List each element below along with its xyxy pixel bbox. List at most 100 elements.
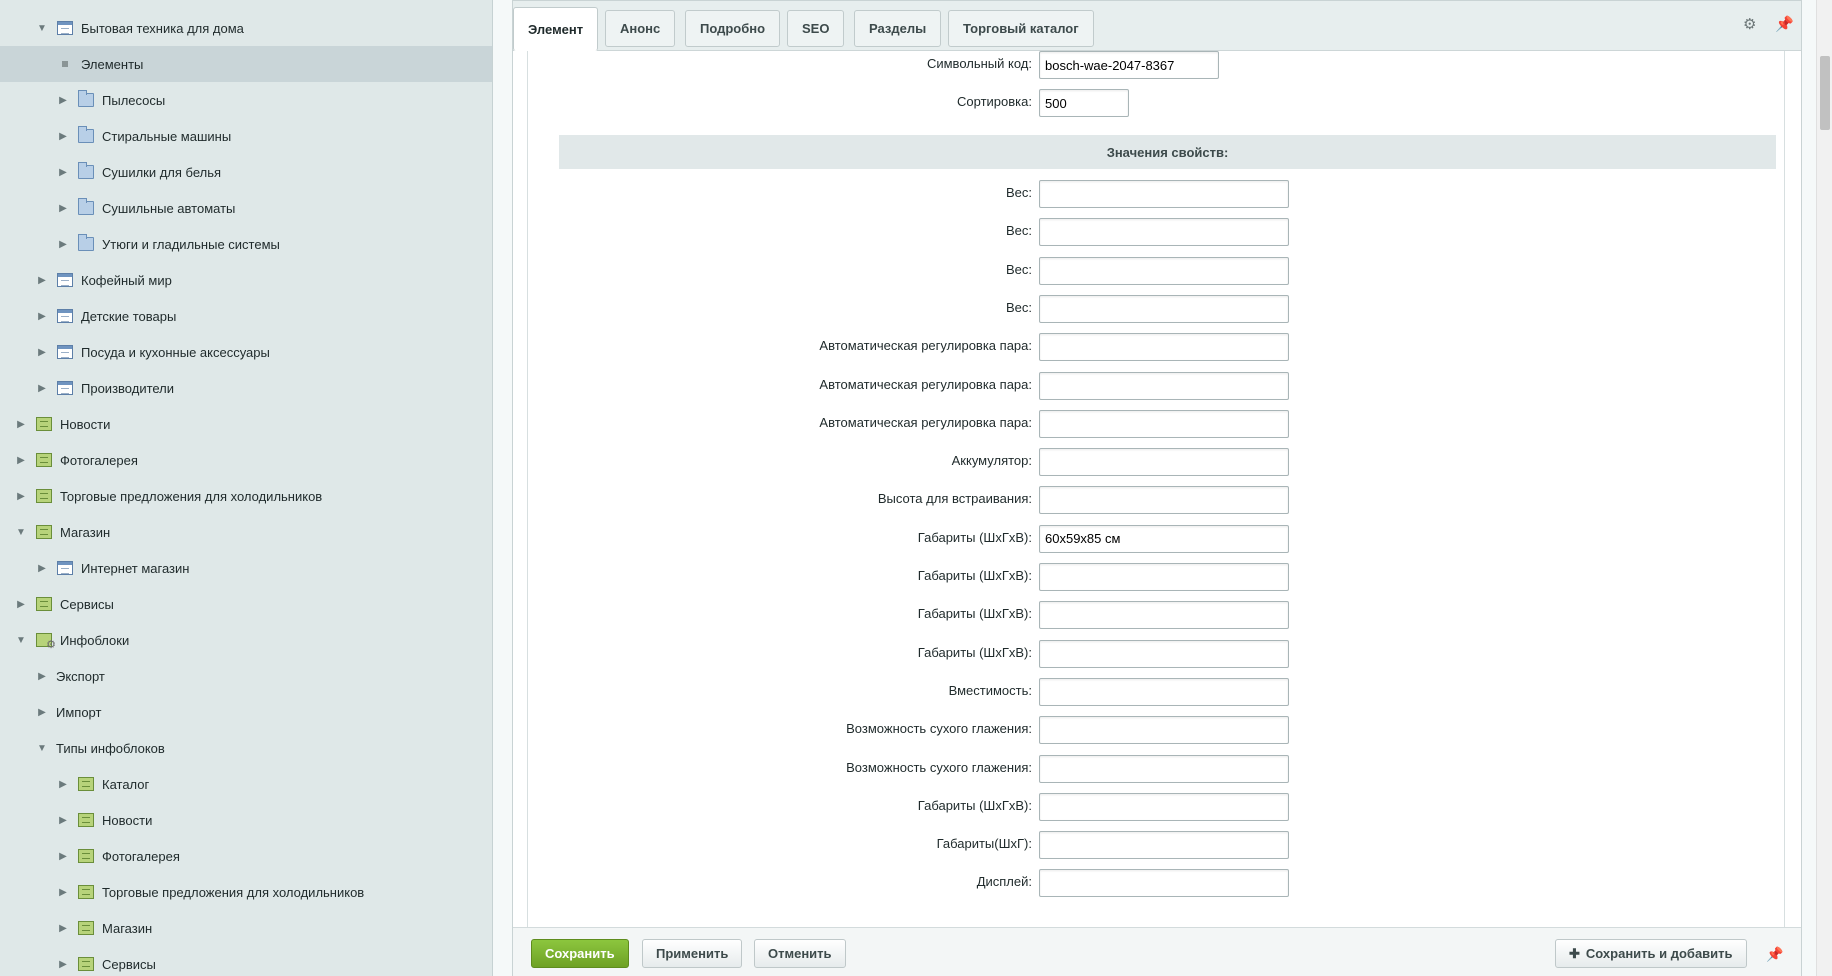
sidebar-item[interactable]: ▶ Торговые предложения для холодильников — [0, 478, 492, 514]
sidebar-item[interactable]: ▶ Экспорт — [0, 658, 492, 694]
sidebar-item[interactable]: ▶ Сервисы — [0, 586, 492, 622]
property-input[interactable] — [1039, 256, 1289, 285]
list-icon — [57, 381, 73, 395]
property-input[interactable] — [1039, 218, 1289, 247]
page-scrollbar[interactable] — [1816, 0, 1832, 976]
property-input[interactable] — [1039, 639, 1289, 668]
symbol-code-input[interactable] — [1039, 51, 1219, 79]
scrollbar-thumb[interactable] — [1820, 56, 1830, 130]
property-input[interactable] — [1039, 563, 1289, 591]
sidebar-item[interactable]: ▶ Пылесосы — [0, 82, 492, 118]
collapsed-arrow-icon[interactable]: ▶ — [15, 491, 27, 502]
module-icon — [78, 957, 94, 971]
collapsed-arrow-icon[interactable]: ▶ — [57, 923, 69, 934]
sidebar-item[interactable]: ▶ Новости — [0, 406, 492, 442]
property-input[interactable] — [1039, 869, 1289, 898]
sidebar-item[interactable]: ▶ Торговые предложения для холодильников — [0, 874, 492, 910]
sidebar-item[interactable]: ▶ Сервисы — [0, 946, 492, 976]
sidebar-item[interactable]: ▶ Каталог — [0, 766, 492, 802]
form-row: Вес: — [528, 256, 1784, 287]
collapsed-arrow-icon[interactable]: ▶ — [57, 851, 69, 862]
sidebar-item[interactable]: ▶ Фотогалерея — [0, 442, 492, 478]
gear-icon[interactable]: ⚙ — [1743, 15, 1756, 33]
collapsed-arrow-icon[interactable]: ▶ — [57, 887, 69, 898]
property-input[interactable] — [1039, 409, 1289, 438]
sidebar-item[interactable]: Элементы — [0, 46, 492, 82]
collapsed-arrow-icon[interactable]: ▶ — [36, 707, 48, 718]
sidebar-item[interactable]: ▶ Утюги и гладильные системы — [0, 226, 492, 262]
collapsed-arrow-icon[interactable]: ▶ — [36, 311, 48, 322]
expanded-arrow-icon[interactable]: ▼ — [36, 23, 48, 34]
collapsed-arrow-icon[interactable]: ▶ — [36, 383, 48, 394]
sidebar-item[interactable]: ▼ Магазин — [0, 514, 492, 550]
property-input[interactable] — [1039, 754, 1289, 783]
field-label: Автоматическая регулировка пара: — [819, 414, 1032, 430]
collapsed-arrow-icon[interactable]: ▶ — [57, 131, 69, 142]
sidebar-item[interactable]: ▶ Интернет магазин — [0, 550, 492, 586]
sidebar-item[interactable]: ▶ Сушильные автоматы — [0, 190, 492, 226]
cancel-button[interactable]: Отменить — [754, 939, 846, 968]
sidebar-item[interactable]: ▶ Посуда и кухонные аксессуары — [0, 334, 492, 370]
collapsed-arrow-icon[interactable]: ▶ — [36, 563, 48, 574]
collapsed-arrow-icon[interactable]: ▶ — [57, 239, 69, 250]
pin-icon[interactable]: 📌 — [1766, 946, 1783, 963]
collapsed-arrow-icon[interactable]: ▶ — [36, 671, 48, 682]
property-input[interactable] — [1039, 371, 1289, 400]
property-input[interactable] — [1039, 792, 1289, 821]
sidebar-item-label: Магазин — [60, 524, 111, 540]
module-icon — [78, 813, 94, 827]
sidebar-item[interactable]: ▶ Импорт — [0, 694, 492, 730]
collapsed-arrow-icon[interactable]: ▶ — [57, 167, 69, 178]
collapsed-arrow-icon[interactable]: ▶ — [57, 815, 69, 826]
sidebar-item[interactable]: ▶ Сушилки для белья — [0, 154, 492, 190]
field-label: Габариты(ШхГ): — [936, 836, 1032, 852]
expanded-arrow-icon[interactable]: ▼ — [15, 635, 27, 646]
tab-sections[interactable]: Разделы — [854, 10, 942, 47]
property-input[interactable] — [1039, 448, 1289, 477]
save-button[interactable]: Сохранить — [531, 939, 629, 968]
property-input[interactable] — [1039, 601, 1289, 630]
sidebar-item-label: Экспорт — [56, 668, 105, 684]
sidebar-item[interactable]: ▶ Магазин — [0, 910, 492, 946]
tab-seo[interactable]: SEO — [787, 10, 845, 47]
expanded-arrow-icon[interactable]: ▼ — [15, 527, 27, 538]
pin-icon[interactable]: 📌 — [1775, 15, 1794, 33]
property-input[interactable] — [1039, 486, 1289, 515]
property-input[interactable] — [1039, 180, 1289, 208]
collapsed-arrow-icon[interactable]: ▶ — [57, 959, 69, 970]
apply-button[interactable]: Применить — [642, 939, 743, 968]
sort-input[interactable] — [1039, 89, 1129, 117]
property-input[interactable] — [1039, 831, 1289, 860]
sidebar-item[interactable]: ▼ Типы инфоблоков — [0, 730, 492, 766]
expanded-arrow-icon[interactable]: ▼ — [36, 743, 48, 754]
property-input[interactable] — [1039, 716, 1289, 745]
sidebar-item[interactable]: ▼ Бытовая техника для дома — [0, 10, 492, 46]
collapsed-arrow-icon[interactable]: ▶ — [36, 275, 48, 286]
collapsed-arrow-icon[interactable]: ▶ — [57, 779, 69, 790]
main-panel: Элемент Анонс Подробно SEO Разделы Торго… — [512, 0, 1802, 976]
sidebar-item[interactable]: ▶ Кофейный мир — [0, 262, 492, 298]
tab-details[interactable]: Подробно — [685, 10, 781, 47]
sidebar-item[interactable]: ▶ Детские товары — [0, 298, 492, 334]
sidebar-item[interactable]: ▶ Фотогалерея — [0, 838, 492, 874]
tab-trade-catalog[interactable]: Торговый каталог — [948, 10, 1094, 47]
property-input[interactable] — [1039, 294, 1289, 323]
collapsed-arrow-icon[interactable]: ▶ — [15, 455, 27, 466]
collapsed-arrow-icon[interactable]: ▶ — [57, 95, 69, 106]
save-and-add-button[interactable]: ✚ Сохранить и добавить — [1555, 939, 1747, 968]
property-input[interactable] — [1039, 677, 1289, 706]
collapsed-arrow-icon[interactable]: ▶ — [15, 599, 27, 610]
sidebar-item[interactable]: ▶ Производители — [0, 370, 492, 406]
tab-element[interactable]: Элемент — [513, 7, 599, 51]
sidebar-item[interactable]: ▶ Новости — [0, 802, 492, 838]
property-input[interactable] — [1039, 524, 1289, 553]
tab-announce[interactable]: Анонс — [605, 10, 676, 47]
sidebar-item[interactable]: ▶ Стиральные машины — [0, 118, 492, 154]
sidebar-item[interactable]: ▼ Инфоблоки — [0, 622, 492, 658]
collapsed-arrow-icon[interactable]: ▶ — [36, 347, 48, 358]
property-input[interactable] — [1039, 333, 1289, 362]
folder-icon — [78, 126, 94, 143]
collapsed-arrow-icon[interactable]: ▶ — [57, 203, 69, 214]
form-row: Дисплей: — [528, 869, 1784, 899]
collapsed-arrow-icon[interactable]: ▶ — [15, 419, 27, 430]
